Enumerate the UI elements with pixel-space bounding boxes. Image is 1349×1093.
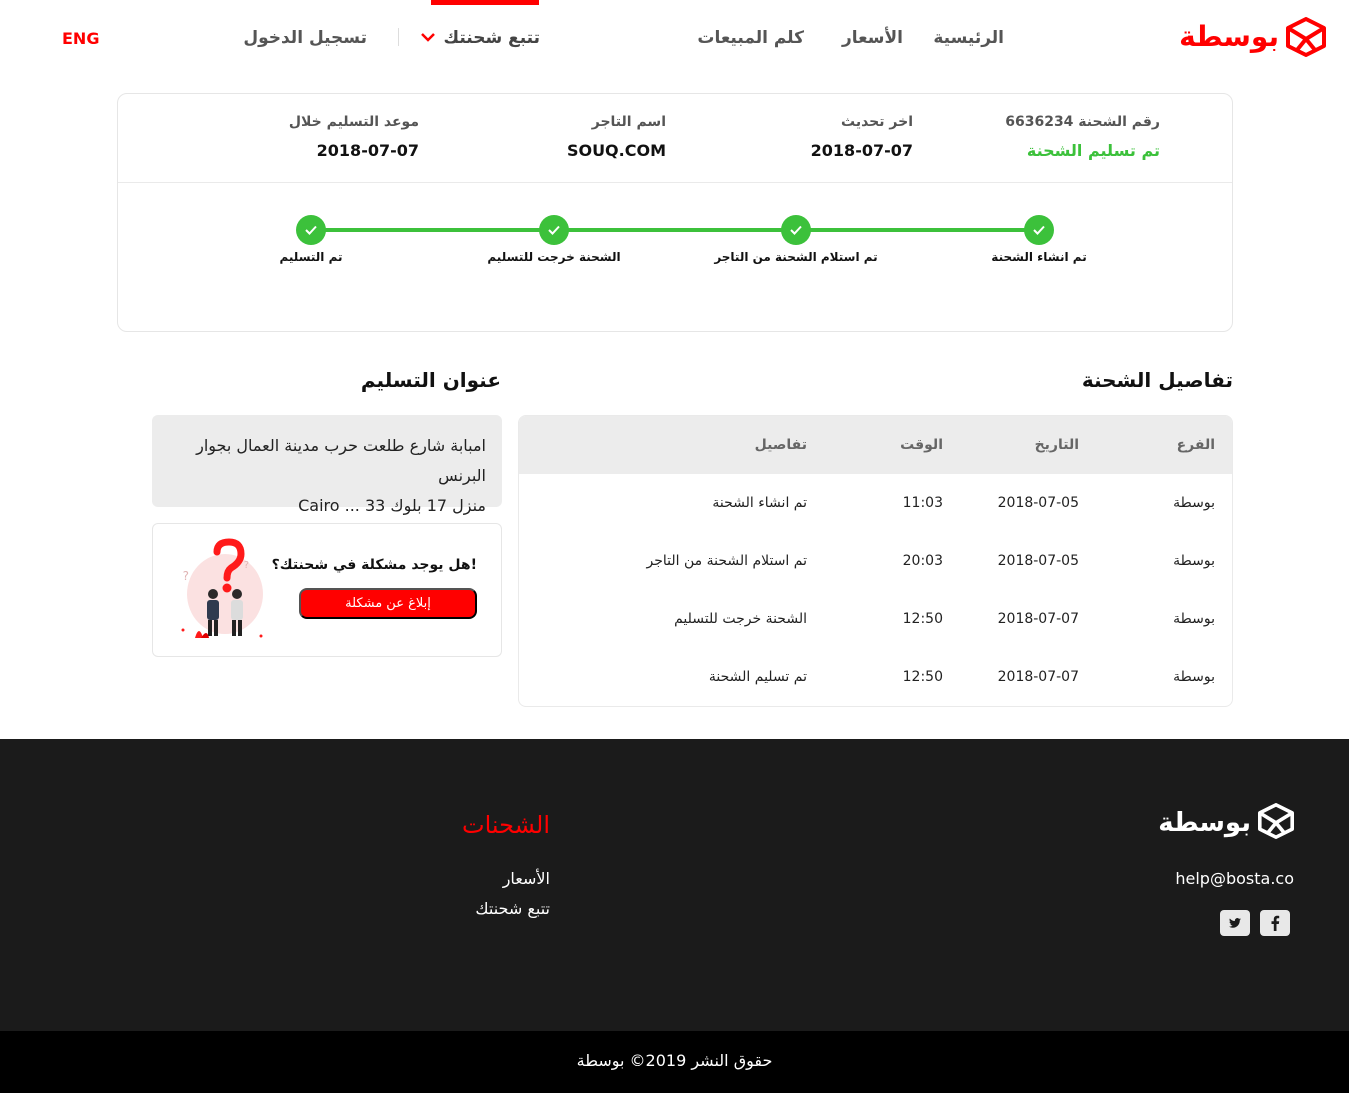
problem-question: !هل يوجد مشكلة في شحنتك؟ [271, 557, 477, 573]
delivery-address-text: امبابة شارع طلعت حرب مدينة العمال بجوار … [166, 431, 486, 521]
merchant-label: اسم التاجر [591, 114, 666, 130]
shipment-status: تم تسليم الشحنة [1026, 141, 1160, 160]
header-details: تفاصيل [754, 437, 807, 453]
merchant-value: SOUQ.COM [566, 141, 666, 160]
copyright-bar: حقوق النشر 2019© بوسطة [0, 1031, 1349, 1093]
table-row-2-date: 2018-07-05 [997, 553, 1079, 569]
report-problem-button[interactable]: إبلاغ عن مشكلة [299, 588, 477, 619]
table-row-3-branch: بوسطة [1173, 611, 1215, 627]
step-4-check-icon [296, 215, 326, 245]
table-row-3-time: 12:50 [902, 611, 943, 627]
chevron-down-icon [420, 28, 436, 48]
table-row-3-detail: الشحنة خرجت للتسليم [674, 611, 807, 627]
language-toggle[interactable]: ENG [62, 29, 99, 48]
table-row-1-branch: بوسطة [1173, 495, 1215, 511]
address-line-2: منزل 17 بلوك 33 ... Cairo [298, 496, 486, 515]
header-time: الوقت [900, 437, 943, 453]
copyright-text: حقوق النشر 2019© بوسطة [576, 1051, 773, 1070]
nav-sales[interactable]: كلم المبيعات [697, 28, 804, 48]
step-4-label: تم التسليم [279, 250, 343, 264]
question-mark-people-illustration: ? ? [177, 538, 269, 642]
table-row-1-date: 2018-07-05 [997, 495, 1079, 511]
delivery-address-title: عنوان التسليم [360, 368, 501, 392]
shipment-status-card: رقم الشحنة 6636234 تم تسليم الشحنة اخر ت… [117, 93, 1233, 332]
last-update-label: اخر تحديث [841, 114, 913, 130]
delivery-label: موعد التسليم خلال [288, 114, 419, 130]
cube-logo-icon [1285, 17, 1327, 57]
active-nav-indicator [431, 0, 539, 5]
table-row-3-date: 2018-07-07 [997, 611, 1079, 627]
brand-logo[interactable]: بوسطة [1179, 16, 1327, 58]
table-row-1-detail: تم انشاء الشحنة [712, 495, 807, 511]
nav-home[interactable]: الرئيسية [933, 28, 1004, 48]
table-row-4-time: 12:50 [902, 669, 943, 685]
shipment-number: رقم الشحنة 6636234 [1005, 114, 1160, 130]
delivery-address-box: امبابة شارع طلعت حرب مدينة العمال بجوار … [152, 415, 502, 515]
footer-link-prices[interactable]: الأسعار [503, 869, 550, 888]
step-3-check-icon [539, 215, 569, 245]
shipment-details-table: الفرع التاريخ الوقت تفاصيل بوسطة 2018-07… [518, 415, 1233, 707]
table-row-4-detail: تم تسليم الشحنة [708, 669, 807, 685]
support-email-link[interactable]: help@bosta.co [1175, 869, 1294, 888]
table-header: الفرع التاريخ الوقت تفاصيل [519, 416, 1232, 474]
progress-track-line [311, 228, 1039, 232]
table-row-2-branch: بوسطة [1173, 553, 1215, 569]
footer-link-track[interactable]: تتبع شحنتك [475, 899, 550, 918]
svg-text:?: ? [244, 560, 249, 571]
table-row-4-branch: بوسطة [1173, 669, 1215, 685]
header-date: التاريخ [1034, 437, 1079, 453]
shipment-details-title: تفاصيل الشحنة [1081, 368, 1233, 392]
site-footer: بوسطة help@bosta.co الشحنات الأسعار تتبع… [0, 739, 1349, 1031]
table-row-1-time: 11:03 [902, 495, 943, 511]
step-3-label: الشحنة خرجت للتسليم [487, 250, 621, 264]
header-branch: الفرع [1176, 437, 1215, 453]
nav-prices[interactable]: الأسعار [842, 28, 903, 48]
footer-shipments-heading: الشحنات [461, 811, 550, 839]
table-row-2-time: 20:03 [902, 553, 943, 569]
step-1-check-icon [1024, 215, 1054, 245]
delivery-value: 2018-07-07 [316, 141, 419, 160]
step-2-check-icon [781, 215, 811, 245]
step-2-label: تم استلام الشحنة من التاجر [714, 250, 878, 264]
footer-brand-name: بوسطة [1158, 808, 1251, 838]
nav-track-label: تتبع شحنتك [443, 28, 540, 48]
brand-name: بوسطة [1179, 20, 1279, 53]
nav-divider [398, 28, 399, 46]
table-row-4-date: 2018-07-07 [997, 669, 1079, 685]
footer-logo[interactable]: بوسطة [1158, 803, 1295, 843]
last-update-value: 2018-07-07 [810, 141, 913, 160]
card-divider [118, 182, 1232, 183]
report-problem-card: !هل يوجد مشكلة في شحنتك؟ إبلاغ عن مشكلة … [152, 523, 502, 657]
svg-text:?: ? [183, 569, 189, 583]
address-line-1: امبابة شارع طلعت حرب مدينة العمال بجوار … [196, 436, 486, 485]
nav-track-shipment[interactable]: تتبع شحنتك [420, 28, 540, 48]
cube-logo-icon [1257, 803, 1295, 843]
twitter-icon[interactable] [1220, 910, 1250, 936]
nav-login[interactable]: تسجيل الدخول [243, 28, 367, 48]
step-1-label: تم انشاء الشحنة [991, 250, 1087, 264]
table-row-2-detail: تم استلام الشحنة من التاجر [646, 553, 807, 569]
facebook-icon[interactable] [1260, 910, 1290, 936]
